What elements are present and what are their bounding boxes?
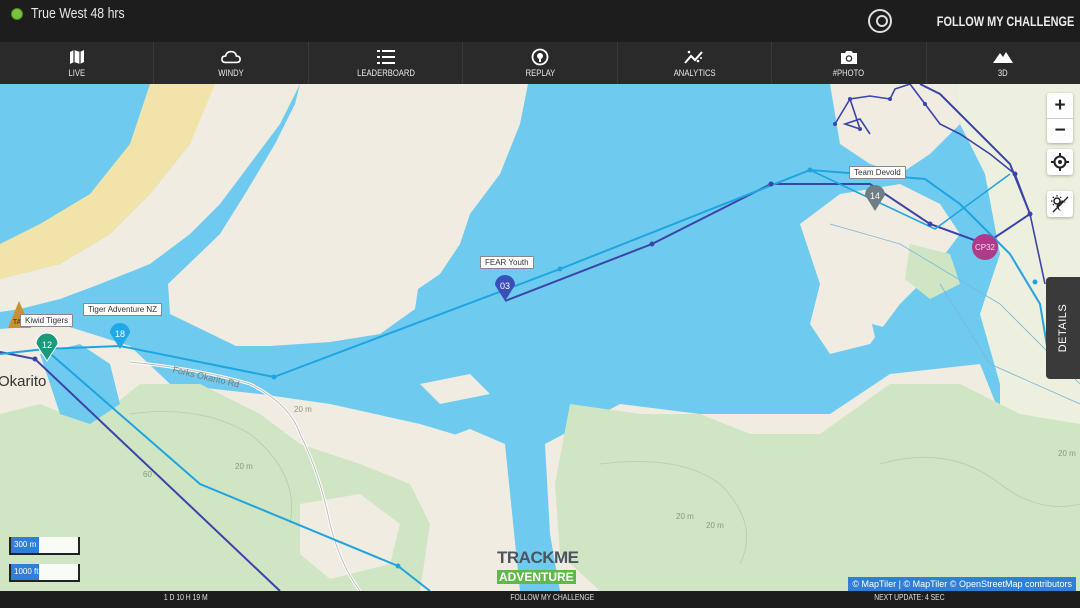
footer-bar: 1 D 10 H 19 M FOLLOW MY CHALLENGE NEXT U…: [0, 591, 1080, 608]
nav-item-replay[interactable]: REPLAY: [463, 42, 618, 84]
brand-logo[interactable]: FOLLOW MY CHALLENGE: [867, 8, 1074, 34]
team-tag-kiwid-tigers[interactable]: Kiwid Tigers: [20, 314, 74, 327]
nav-item-windy[interactable]: WINDY: [154, 42, 309, 84]
main-nav: LIVE WINDY LEADERBOARD REPLAY ANALYTICS …: [0, 42, 1080, 84]
zoom-in-button[interactable]: +: [1047, 93, 1073, 118]
race-tracks: 03 14 18 12 TA2 CP32: [0, 84, 1051, 591]
next-update: NEXT UPDATE: 4 SEC: [874, 593, 945, 602]
cloud-icon: [221, 48, 242, 66]
contour-label: 20 m: [1058, 449, 1076, 458]
nav-item-photo[interactable]: #PHOTO: [772, 42, 927, 84]
marker-number: 14: [870, 191, 880, 201]
nav-label: LIVE: [68, 68, 86, 78]
nav-item-3d[interactable]: 3D: [927, 42, 1080, 84]
track-point: [1032, 279, 1038, 285]
track-dots: [32, 97, 1033, 362]
track-light: [0, 168, 1051, 379]
team-marker-03[interactable]: 03: [495, 275, 515, 301]
live-status-icon: [11, 8, 23, 20]
nav-item-live[interactable]: LIVE: [0, 42, 155, 84]
track-dots-light: [271, 167, 1038, 569]
contour-label: 20 m: [235, 462, 253, 471]
track-point: [888, 97, 892, 101]
team-tag-fear-youth[interactable]: FEAR Youth: [480, 256, 534, 269]
analytics-icon: [684, 48, 704, 66]
track-point: [807, 167, 813, 173]
scale-bar-imperial: 1000 ft: [9, 564, 80, 582]
track-point: [557, 266, 563, 272]
team-tag-tiger-adventure[interactable]: Tiger Adventure NZ: [83, 303, 163, 316]
nav-label: ANALYTICS: [673, 68, 716, 78]
top-bar: True West 48 hrs FOLLOW MY CHALLENGE: [0, 0, 1080, 42]
track-point: [1027, 211, 1033, 217]
day-night-icon: [1051, 195, 1069, 213]
map-icon: [67, 48, 87, 66]
marker-number: 18: [115, 329, 125, 339]
track-dark: [504, 84, 1032, 302]
marker-number: 03: [500, 281, 510, 291]
brand-prefix: FOLLOW: [936, 13, 987, 29]
location-pin-icon: [867, 9, 892, 33]
checkpoint-marker-cp32[interactable]: CP32: [972, 234, 998, 260]
race-map[interactable]: 03 14 18 12 TA2 CP32 Okarito Forks Okari…: [0, 84, 1080, 591]
logo-line1: TRACKME: [497, 548, 579, 567]
day-night-toggle-button[interactable]: [1047, 191, 1073, 217]
scale-imperial-label: 1000 ft: [14, 567, 39, 576]
place-label-okarito: Okarito: [0, 373, 47, 390]
team-marker-18[interactable]: 18: [110, 323, 130, 349]
details-panel-toggle[interactable]: DETAILS: [1046, 277, 1080, 379]
team-tag-team-devold[interactable]: Team Devold: [849, 166, 906, 179]
contour-label: 60: [143, 470, 152, 479]
nav-item-leaderboard[interactable]: LEADERBOARD: [309, 42, 464, 84]
trackme-adventure-logo: TRACKME ADVENTURE: [497, 548, 589, 586]
marker-number: CP32: [975, 243, 996, 252]
team-marker-14[interactable]: 14: [865, 185, 885, 211]
replay-pin-icon: [530, 48, 550, 66]
contour-label: 20 m: [294, 405, 312, 414]
logo-line2: ADVENTURE: [497, 570, 576, 584]
track-point: [833, 122, 837, 126]
nav-label: #PHOTO: [833, 68, 865, 78]
event-title: True West 48 hrs: [31, 5, 125, 22]
track-point: [649, 241, 655, 247]
track-point: [768, 181, 774, 187]
track-point: [923, 102, 927, 106]
elapsed-time: 1 D 10 H 19 M: [163, 593, 208, 602]
track-point: [858, 127, 862, 131]
mountain-icon: [993, 48, 1014, 66]
track-point: [32, 356, 38, 362]
map-attribution[interactable]: © MapTiler | © MapTiler © OpenStreetMap …: [848, 577, 1076, 591]
details-label: DETAILS: [1057, 303, 1069, 353]
track-point: [927, 221, 933, 227]
track-point: [271, 374, 277, 380]
nav-label: WINDY: [218, 68, 244, 78]
zoom-controls: + −: [1047, 93, 1073, 143]
footer-brand: FOLLOW MY CHALLENGE: [510, 593, 595, 602]
nav-label: 3D: [998, 68, 1009, 78]
crosshair-icon: [1051, 153, 1069, 171]
track-point: [395, 563, 401, 569]
scale-bar-metric: 300 m: [9, 537, 80, 555]
list-icon: [376, 48, 396, 66]
zoom-out-button[interactable]: −: [1047, 118, 1073, 143]
track-point: [1012, 171, 1018, 177]
track-dark: [842, 98, 871, 135]
contour-label: 20 m: [706, 521, 724, 530]
brand-suffix: MY CHALLENGE: [986, 13, 1074, 29]
locate-button[interactable]: [1047, 149, 1073, 175]
track-light: [809, 169, 1011, 230]
nav-label: REPLAY: [525, 68, 555, 78]
nav-label: LEADERBOARD: [356, 68, 415, 78]
nav-item-analytics[interactable]: ANALYTICS: [618, 42, 773, 84]
track-point: [848, 97, 852, 101]
marker-number: 12: [42, 340, 52, 350]
scale-metric-label: 300 m: [14, 540, 37, 549]
contour-label: 20 m: [676, 512, 694, 521]
camera-icon: [839, 48, 859, 66]
